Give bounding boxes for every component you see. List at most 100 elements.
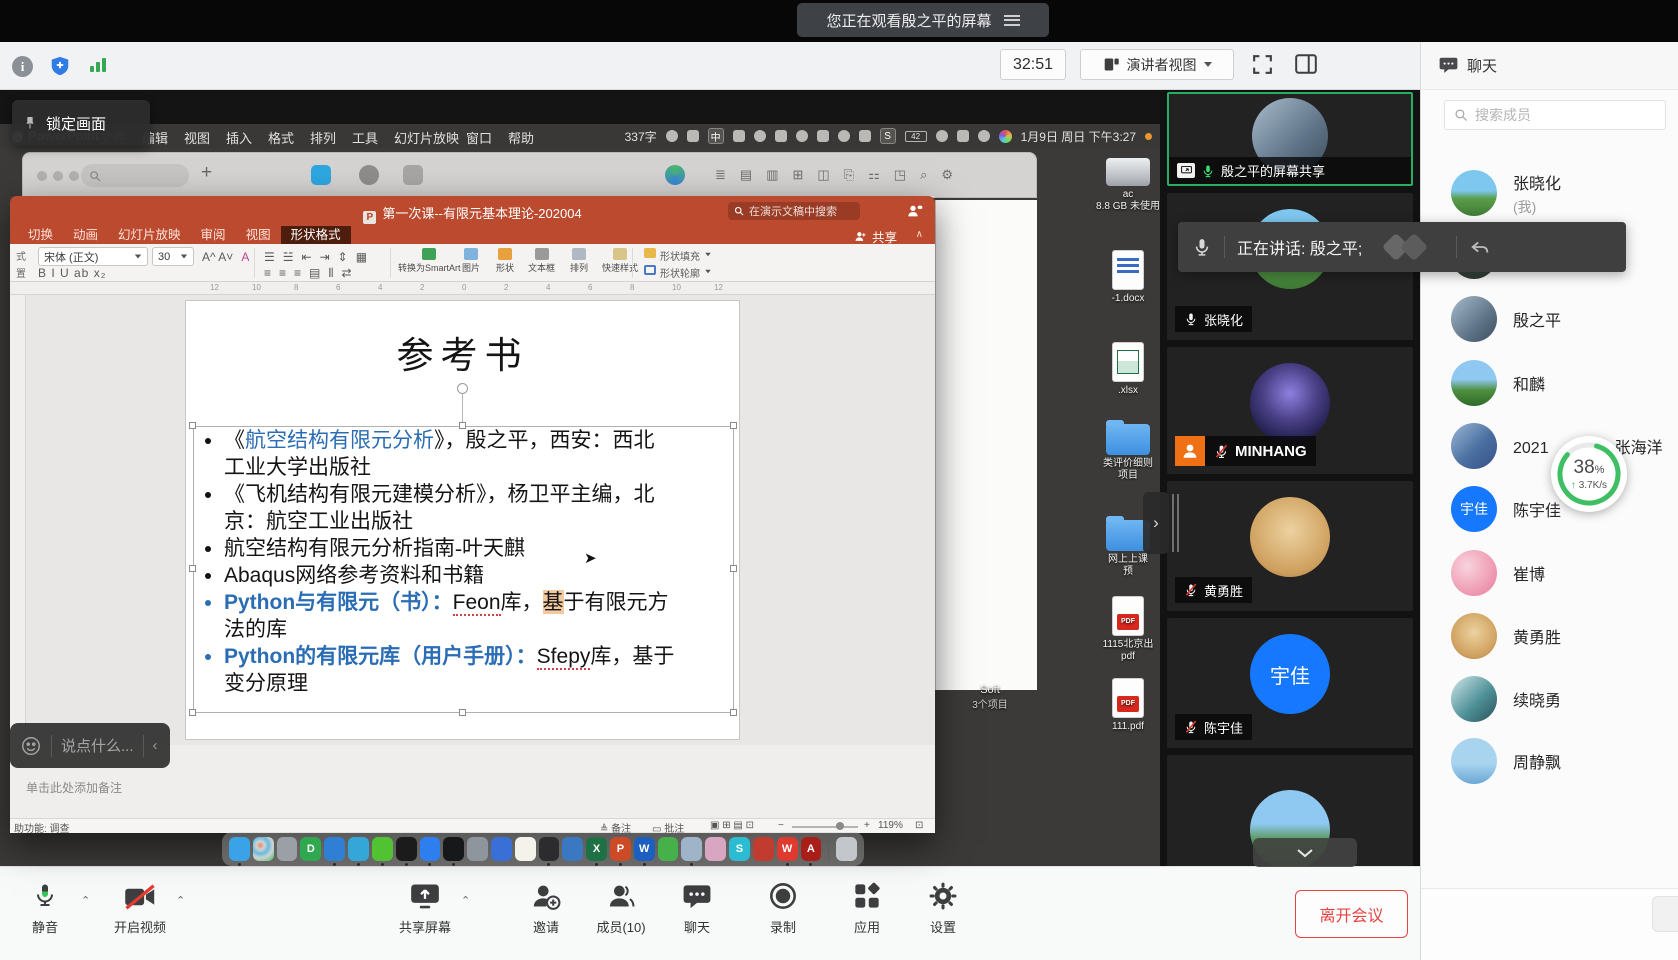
ribbon-group-button[interactable]: 转换为SmartArt [398,248,461,274]
ribbon-group-button[interactable]: 文本框 [528,248,555,274]
dock-app-palette[interactable] [705,837,726,861]
member-row[interactable]: 2021张海洋 [1420,415,1678,477]
grid-icon[interactable] [403,165,423,185]
shape-outline-button[interactable]: 形状轮廓 [644,265,712,280]
member-row[interactable]: 黄勇胜 [1420,605,1678,667]
dock-app-wps[interactable]: W [777,837,798,861]
fit-slide-button[interactable]: ⊡ [915,820,923,831]
dock-app-settings-gray[interactable] [277,837,298,861]
display-icon[interactable] [817,130,829,142]
selection-handle[interactable] [459,422,466,429]
selection-handle[interactable] [730,565,737,572]
ribbon-group-button[interactable]: 图片 [462,248,480,274]
dock-app-vscode[interactable] [324,837,345,861]
quick-chat-input[interactable]: 说点什么... ‹ [10,723,170,768]
slide-title[interactable]: 参考书 [186,325,739,379]
fan-icon[interactable] [796,130,808,142]
zoom-knob[interactable] [836,822,844,830]
member-row[interactable]: 续晓勇 [1420,668,1678,730]
avatar[interactable] [665,165,685,185]
toolbar-button-share[interactable]: 共享屏幕 [377,878,473,936]
dock-app-trash[interactable] [836,837,857,861]
mac-menu-item[interactable]: 帮助 [508,128,534,147]
video-tile[interactable]: 殷之平的屏幕共享 [1167,92,1413,186]
dock-app-finder[interactable] [229,837,250,861]
paragraph-icons[interactable]: ☰☱⇤⇥⇕▦ [264,250,367,264]
fullscreen-button[interactable] [1250,52,1275,77]
selection-handle[interactable] [189,422,196,429]
code-icon[interactable] [957,130,969,142]
tiles-collapse-chevron[interactable] [1253,838,1357,867]
input-method-icon[interactable]: 中 [708,128,724,144]
wifi-icon[interactable] [936,130,948,142]
selection-handle[interactable] [730,422,737,429]
ppt-tab[interactable]: 审阅 [191,226,236,244]
dock-app-terminal[interactable] [443,837,464,861]
ppt-tab[interactable]: 切换 [18,226,63,244]
dock-app-wechat[interactable] [372,837,393,861]
desktop-icon-disk[interactable]: ac8.8 GB 未使用 [1094,158,1162,213]
bell-icon[interactable] [754,130,766,142]
volume-icon[interactable] [838,130,850,142]
wps-status-icon[interactable] [733,130,745,142]
toolbar-button-chevron[interactable]: ⌃ [81,894,90,907]
window-close-icon[interactable] [37,171,47,181]
dock-app-acrobat[interactable]: A [801,837,822,861]
member-row[interactable]: 崔博 [1420,542,1678,604]
notes-placeholder[interactable]: 单击此处添加备注 [26,779,122,796]
view-mode-dropdown[interactable]: 演讲者视图 [1080,49,1234,80]
leave-meeting-button[interactable]: 离开会议 [1295,890,1408,938]
window-zoom-icon[interactable] [69,171,79,181]
member-row[interactable]: 周静飘 [1420,730,1678,792]
window-toolbar-icons[interactable]: ≣▤▥⊞◫⎘⚏◳⌕⚙ [715,167,953,183]
desktop-icon-pdf[interactable]: PDF111.pdf [1094,678,1162,733]
selection-handle[interactable] [459,709,466,716]
font-style-icons[interactable]: B I U ab x₂ [38,266,106,280]
siri-icon[interactable] [999,130,1012,143]
mac-menu-item[interactable]: 格式 [268,128,294,147]
view-buttons[interactable]: ▣ ⊞ ▤ ⊡ [710,820,754,831]
emoji-icon[interactable] [20,735,42,757]
smiley-icon[interactable] [666,130,678,142]
slide-text-box[interactable]: 《航空结构有限元分析》，殷之平，西安：西北工业大学出版社《飞机结构有限元建模分析… [193,426,734,713]
mac-menu-item[interactable]: 工具 [352,128,378,147]
watching-screen-pill[interactable]: 您正在观看殷之平的屏幕 [797,3,1049,37]
collapse-left-icon[interactable]: ‹ [153,737,158,754]
dock-app-d-green[interactable]: D [300,837,321,861]
member-search-input[interactable]: 搜索成员 [1444,100,1666,130]
font-name-select[interactable]: 宋体 (正文) [38,247,148,266]
font-size-select[interactable]: 30 [152,247,194,266]
mac-menu-item[interactable]: 视图 [184,128,210,147]
dock-app-meeting[interactable] [420,837,441,861]
ribbon-group-button[interactable]: 形状 [496,248,514,274]
ppt-tab[interactable]: 视图 [236,226,281,244]
toolbar-button-camoff[interactable]: 开启视频 [92,878,188,936]
dock-app-word[interactable]: W [634,837,655,861]
dock-app-notes[interactable] [515,837,536,861]
zoom-out-button[interactable]: − [778,820,784,831]
dock-app-photos[interactable] [562,837,583,861]
desktop-icon-docx[interactable]: -1.docx [1094,250,1162,305]
selection-handle[interactable] [730,709,737,716]
toolbar-button-chevron[interactable]: ⌃ [176,894,185,907]
member-row[interactable]: 宇佳陈宇佳 [1420,478,1678,540]
messenger-icon[interactable] [311,165,331,185]
member-row[interactable]: 和麟 [1420,352,1678,414]
video-tile[interactable]: 黄勇胜 [1167,481,1413,611]
spotlight-icon[interactable] [978,130,990,142]
toolbar-button-mic[interactable]: 静音 [0,878,93,936]
dock-app-shield[interactable] [491,837,512,861]
add-tab-button[interactable]: + [201,162,212,184]
ribbon-collapse-icon[interactable]: ∧ [916,229,923,240]
ppt-tab[interactable]: 形状格式 [281,226,351,244]
contact-icon[interactable] [359,165,379,185]
menu-bar-date[interactable]: 1月9日 周日 下午3:27 [1021,128,1136,145]
desktop-icon-pdf[interactable]: PDF1115北京出pdf [1094,596,1162,663]
member-row[interactable]: 张晓化(我) [1420,162,1678,224]
dock-app-qq[interactable] [396,837,417,861]
ppt-title-bar[interactable]: P第一次课--有限元基本理论-202004 在演示文稿中搜索 [10,196,935,226]
zoom-level[interactable]: 119% [878,820,903,831]
reply-arrow-icon[interactable] [1469,236,1491,258]
dock-app-gear-tool[interactable] [753,837,774,861]
meeting-info-icon[interactable]: i [12,56,33,77]
